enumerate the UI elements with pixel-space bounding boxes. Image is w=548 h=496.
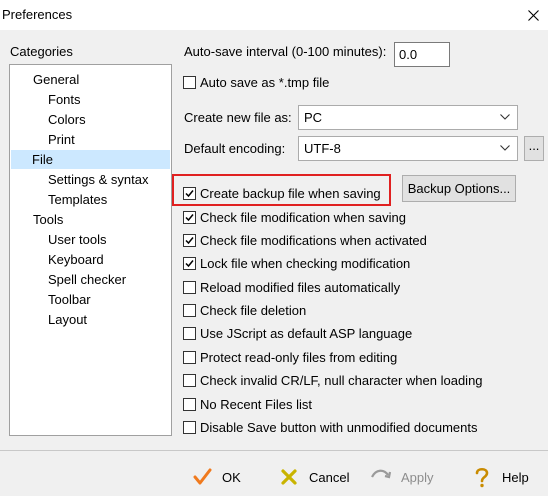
tree-item-tools[interactable]: Tools <box>30 210 66 229</box>
checkbox-row[interactable]: Check file modification when saving <box>183 208 406 226</box>
default-encoding-label: Default encoding: <box>184 141 286 156</box>
checkbox-row[interactable]: Create backup file when saving <box>183 184 381 202</box>
checkbox-row[interactable]: Protect read-only files from editing <box>183 348 397 366</box>
backup-options-button[interactable]: Backup Options... <box>402 175 516 202</box>
checkbox-row[interactable]: Use JScript as default ASP language <box>183 324 412 342</box>
dialog-body: Categories General Fonts Colors Print Fi… <box>0 30 548 496</box>
create-new-file-value: PC <box>304 110 323 125</box>
checkbox-label: Lock file when checking modification <box>200 255 411 271</box>
tree-item-templates[interactable]: Templates <box>45 190 110 209</box>
checkbox[interactable] <box>183 233 196 247</box>
checkbox[interactable] <box>183 326 196 340</box>
checkbox[interactable] <box>183 373 196 387</box>
checkbox-row[interactable]: Check file deletion <box>183 301 306 319</box>
cancel-label: Cancel <box>309 469 350 485</box>
apply-label: Apply <box>401 469 434 485</box>
autosave-tmp-label: Auto save as *.tmp file <box>200 74 330 90</box>
tree-item-layout[interactable]: Layout <box>45 310 90 329</box>
default-encoding-select[interactable]: UTF-8 <box>298 136 518 161</box>
tree-item-spell-checker[interactable]: Spell checker <box>45 270 129 289</box>
checkbox[interactable] <box>183 280 196 294</box>
help-label: Help <box>502 469 529 485</box>
tree-item-settings-syntax[interactable]: Settings & syntax <box>45 170 151 189</box>
checkbox-label: No Recent Files list <box>200 396 312 412</box>
tree-item-keyboard[interactable]: Keyboard <box>45 250 107 269</box>
apply-button[interactable]: Apply <box>369 464 434 490</box>
apply-icon <box>369 465 393 489</box>
checkbox[interactable] <box>183 397 196 411</box>
checkbox[interactable] <box>183 186 196 200</box>
checkmark-icon <box>185 213 194 221</box>
categories-tree[interactable]: General Fonts Colors Print File Settings… <box>9 64 172 436</box>
checkbox-label: Check file modification when saving <box>200 209 406 225</box>
checkbox-label: Protect read-only files from editing <box>200 349 398 365</box>
checkbox-label: Disable Save button with unmodified docu… <box>200 419 478 435</box>
ok-label: OK <box>222 469 241 485</box>
help-icon <box>470 465 494 489</box>
tree-item-user-tools[interactable]: User tools <box>45 230 110 249</box>
tree-item-fonts[interactable]: Fonts <box>45 90 84 109</box>
checkbox-label: Check file deletion <box>200 302 307 318</box>
encoding-more-button[interactable]: ... <box>524 136 544 161</box>
autosave-interval-label: Auto-save interval (0-100 minutes): <box>184 44 387 59</box>
tree-item-file[interactable]: File <box>11 150 170 169</box>
tree-item-print[interactable]: Print <box>45 130 78 149</box>
checkbox-label: Reload modified files automatically <box>200 279 401 295</box>
title-bar: Preferences <box>0 0 548 30</box>
checkbox-row[interactable]: Reload modified files automatically <box>183 278 400 296</box>
autosave-tmp-row[interactable]: Auto save as *.tmp file <box>183 73 329 91</box>
close-button[interactable] <box>518 0 548 30</box>
checkmark-icon <box>185 259 194 267</box>
close-icon <box>527 9 539 21</box>
checkbox-row[interactable]: Lock file when checking modification <box>183 254 410 272</box>
help-button[interactable]: Help <box>470 464 529 490</box>
cross-icon <box>277 465 301 489</box>
checkbox[interactable] <box>183 303 196 317</box>
footer-separator <box>0 450 548 451</box>
autosave-tmp-checkbox[interactable] <box>183 75 196 89</box>
checkmark-icon <box>185 236 194 244</box>
checkbox[interactable] <box>183 350 196 364</box>
create-new-file-select[interactable]: PC <box>298 105 518 130</box>
window-title: Preferences <box>2 7 73 22</box>
checkbox-label: Create backup file when saving <box>200 185 381 201</box>
autosave-interval-input[interactable]: 0.0 <box>394 42 450 67</box>
cancel-button[interactable]: Cancel <box>277 464 349 490</box>
categories-label: Categories <box>10 44 73 59</box>
checkbox-row[interactable]: No Recent Files list <box>183 395 312 413</box>
checkbox[interactable] <box>183 256 196 270</box>
checkmark-icon <box>185 189 194 197</box>
checkmark-icon <box>190 465 214 489</box>
ok-button[interactable]: OK <box>190 464 241 490</box>
checkbox-row[interactable]: Check file modifications when activated <box>183 231 427 249</box>
checkbox-label: Check invalid CR/LF, null character when… <box>200 372 483 388</box>
chevron-down-icon <box>499 141 511 155</box>
checkbox-label: Check file modifications when activated <box>200 232 427 248</box>
tree-item-general[interactable]: General <box>30 70 82 89</box>
default-encoding-value: UTF-8 <box>304 141 341 156</box>
checkbox[interactable] <box>183 210 196 224</box>
checkbox[interactable] <box>183 420 196 434</box>
checkbox-label: Use JScript as default ASP language <box>200 325 413 341</box>
create-new-file-label: Create new file as: <box>184 110 292 125</box>
tree-item-toolbar[interactable]: Toolbar <box>45 290 94 309</box>
chevron-down-icon <box>499 110 511 124</box>
checkbox-row[interactable]: Check invalid CR/LF, null character when… <box>183 371 483 389</box>
checkbox-row[interactable]: Disable Save button with unmodified docu… <box>183 418 478 436</box>
tree-item-colors[interactable]: Colors <box>45 110 89 129</box>
